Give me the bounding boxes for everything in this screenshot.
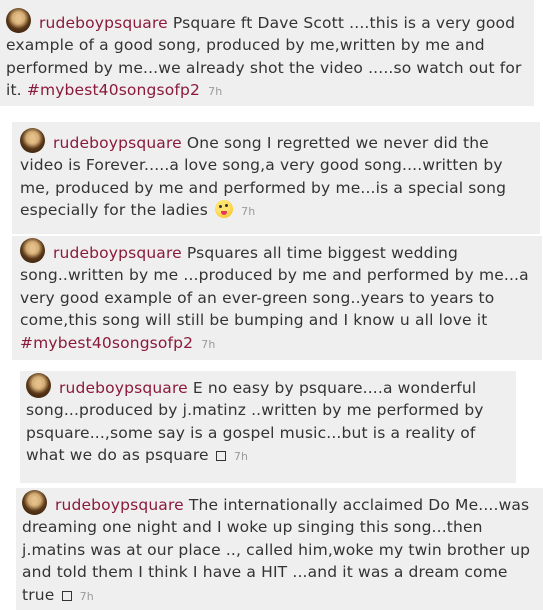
avatar[interactable] [22,490,47,515]
username[interactable]: rudeboypsquare [39,14,168,32]
post-card: rudeboypsquare Psquare ft Dave Scott ...… [0,0,534,106]
missing-glyph-icon [215,451,226,462]
username[interactable]: rudeboypsquare [59,379,188,397]
username[interactable]: rudeboypsquare [55,496,184,514]
avatar[interactable] [26,373,51,398]
timestamp[interactable]: 7h [234,450,248,463]
username[interactable]: rudeboypsquare [53,244,182,262]
missing-glyph-icon [61,590,72,601]
post-card: rudeboypsquare Psquares all time biggest… [12,236,542,360]
avatar[interactable] [20,238,45,263]
username[interactable]: rudeboypsquare [53,134,182,152]
timestamp[interactable]: 7h [201,338,215,351]
winking-face-with-tongue-icon [215,200,234,219]
avatar[interactable] [6,8,31,33]
timestamp[interactable]: 7h [241,205,255,218]
avatar[interactable] [20,128,45,153]
post-card: rudeboypsquare The internationally accla… [16,488,543,610]
post-card: rudeboypsquare E no easy by psquare....a… [20,371,516,483]
timestamp[interactable]: 7h [80,590,94,603]
hashtag[interactable]: #mybest40songsofp2 [27,81,200,99]
hashtag[interactable]: #mybest40songsofp2 [20,334,193,352]
post-card: rudeboypsquare One song I regretted we n… [12,122,540,234]
timestamp[interactable]: 7h [208,85,222,98]
